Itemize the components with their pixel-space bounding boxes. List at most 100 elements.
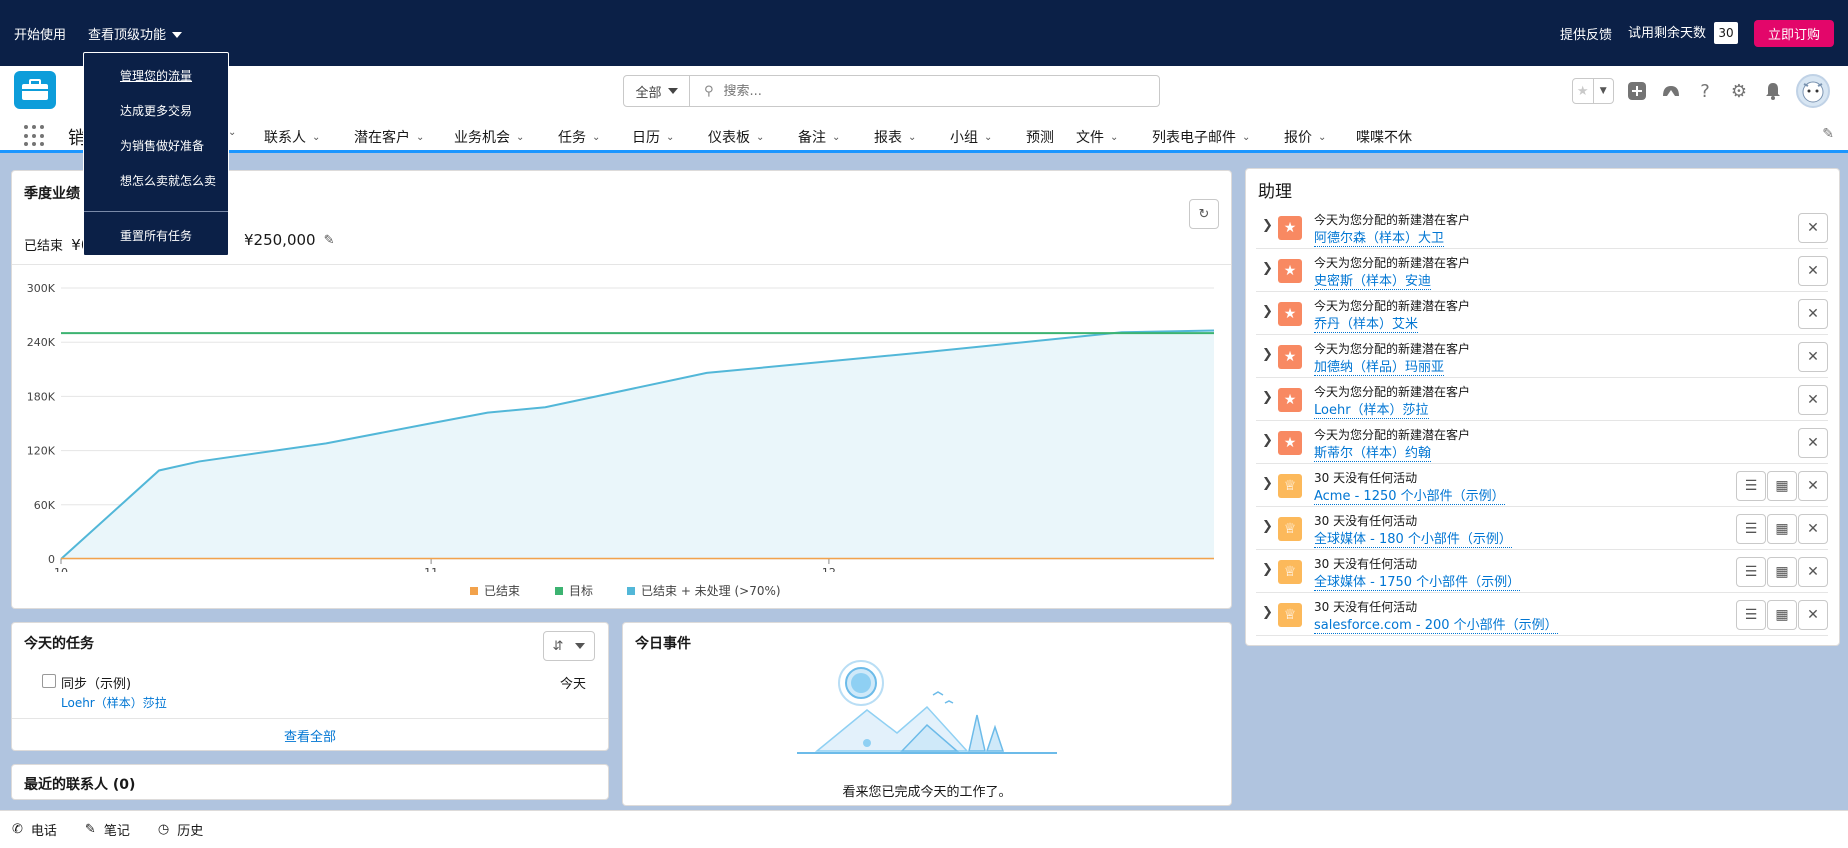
dismiss-button[interactable]: ✕ bbox=[1798, 213, 1828, 243]
new-event-button[interactable]: ▦ bbox=[1767, 600, 1797, 630]
dropdown-item[interactable]: 管理您的流量 bbox=[120, 67, 192, 84]
dropdown-item[interactable]: 想怎么卖就怎么卖 bbox=[120, 172, 216, 189]
bell-icon[interactable] bbox=[1762, 80, 1784, 102]
assistant-row-link[interactable]: 乔丹（样本）艾米 bbox=[1314, 313, 1419, 333]
chevron-down-icon[interactable]: ⌄ bbox=[984, 132, 992, 143]
chevron-right-icon[interactable]: ❯ bbox=[1262, 519, 1273, 534]
chevron-right-icon[interactable]: ❯ bbox=[1262, 390, 1273, 405]
dropdown-divider bbox=[84, 211, 228, 212]
assistant-row-link[interactable]: Loehr（样本）莎拉 bbox=[1314, 399, 1429, 419]
nav-item[interactable]: 任务 ⌄ bbox=[558, 127, 600, 147]
chevron-down-icon[interactable]: ⌄ bbox=[908, 132, 916, 143]
nav-item[interactable]: 小组 ⌄ bbox=[950, 127, 992, 147]
view-all-link[interactable]: 查看全部 bbox=[12, 726, 608, 745]
new-event-button[interactable]: ▦ bbox=[1767, 514, 1797, 544]
chevron-down-icon[interactable]: ⌄ bbox=[666, 132, 674, 143]
favorites-button[interactable]: ★ ▼ bbox=[1572, 78, 1614, 104]
app-launcher-icon[interactable] bbox=[24, 125, 46, 147]
nav-item[interactable]: 文件 ⌄ bbox=[1076, 127, 1118, 147]
chevron-down-icon[interactable]: ▼ bbox=[1592, 79, 1614, 103]
chevron-down-icon[interactable]: ⌄ bbox=[1318, 132, 1326, 143]
gear-icon[interactable]: ⚙ bbox=[1728, 80, 1750, 102]
dismiss-button[interactable]: ✕ bbox=[1798, 385, 1828, 415]
chevron-down-icon[interactable]: ⌄ bbox=[516, 132, 524, 143]
chevron-right-icon[interactable]: ❯ bbox=[1262, 433, 1273, 448]
dropdown-item[interactable]: 为销售做好准备 bbox=[120, 137, 204, 154]
getting-started-link[interactable]: 开始使用 bbox=[14, 24, 66, 43]
chevron-right-icon[interactable]: ❯ bbox=[1262, 261, 1273, 276]
chevron-right-icon[interactable]: ❯ bbox=[1262, 476, 1273, 491]
assistant-row-link[interactable]: 全球媒体 - 1750 个小部件（示例） bbox=[1314, 571, 1521, 591]
buy-now-button[interactable]: 立即订购 bbox=[1753, 19, 1834, 47]
dismiss-button[interactable]: ✕ bbox=[1798, 471, 1828, 501]
assistant-row-link[interactable]: 斯蒂尔（样本）约翰 bbox=[1314, 442, 1432, 462]
refresh-icon: ↻ bbox=[1198, 206, 1210, 222]
dropdown-reset-item[interactable]: 重置所有任务 bbox=[120, 227, 192, 244]
chevron-down-icon[interactable]: ⌄ bbox=[1242, 132, 1250, 143]
dismiss-button[interactable]: ✕ bbox=[1798, 557, 1828, 587]
help-icon[interactable]: ? bbox=[1694, 80, 1716, 102]
dropdown-item[interactable]: 达成更多交易 bbox=[120, 102, 192, 119]
utility-notes[interactable]: ✎ 笔记 bbox=[85, 820, 130, 839]
nav-item[interactable]: 潜在客户 ⌄ bbox=[354, 127, 424, 147]
top-features-menu[interactable]: 查看顶级功能 bbox=[88, 24, 183, 43]
feedback-link[interactable]: 提供反馈 bbox=[1560, 24, 1612, 43]
nav-item[interactable]: 联系人 ⌄ bbox=[264, 127, 320, 147]
nav-item[interactable]: 报价 ⌄ bbox=[1284, 127, 1326, 147]
new-event-button[interactable]: ▦ bbox=[1767, 471, 1797, 501]
new-task-button[interactable]: ☰ bbox=[1736, 600, 1766, 630]
utility-history[interactable]: ◷ 历史 bbox=[158, 820, 203, 839]
chevron-right-icon[interactable]: ❯ bbox=[1262, 304, 1273, 319]
nav-hidden-chevron[interactable]: ⌄ bbox=[228, 127, 236, 138]
chevron-right-icon[interactable]: ❯ bbox=[1262, 218, 1273, 233]
search-input[interactable] bbox=[723, 83, 1159, 99]
utility-phone[interactable]: ✆ 电话 bbox=[12, 820, 57, 839]
trailhead-icon[interactable] bbox=[1660, 80, 1682, 102]
chevron-down-icon[interactable]: ⌄ bbox=[756, 132, 764, 143]
dismiss-button[interactable]: ✕ bbox=[1798, 342, 1828, 372]
nav-item[interactable]: 备注 ⌄ bbox=[798, 127, 840, 147]
assistant-row-link[interactable]: Acme - 1250 个小部件（示例） bbox=[1314, 485, 1505, 505]
chevron-right-icon[interactable]: ❯ bbox=[1262, 347, 1273, 362]
search-scope-select[interactable]: 全部 bbox=[624, 76, 690, 106]
assistant-row-link[interactable]: 史密斯（样本）安迪 bbox=[1314, 270, 1432, 290]
refresh-button[interactable]: ↻ bbox=[1189, 199, 1219, 229]
assistant-row-link[interactable]: 全球媒体 - 180 个小部件（示例） bbox=[1314, 528, 1512, 548]
chevron-down-icon[interactable]: ⌄ bbox=[416, 132, 424, 143]
dismiss-button[interactable]: ✕ bbox=[1798, 514, 1828, 544]
new-task-button[interactable]: ☰ bbox=[1736, 557, 1766, 587]
task-checkbox[interactable] bbox=[42, 674, 56, 688]
new-event-button[interactable]: ▦ bbox=[1767, 557, 1797, 587]
edit-nav-icon[interactable]: ✎ bbox=[1822, 126, 1834, 142]
nav-item[interactable]: 业务机会 ⌄ bbox=[454, 127, 524, 147]
task-filter-button[interactable]: ⇵ bbox=[543, 631, 595, 661]
dismiss-button[interactable]: ✕ bbox=[1798, 600, 1828, 630]
chevron-right-icon[interactable]: ❯ bbox=[1262, 562, 1273, 577]
assistant-row-link[interactable]: 加德纳（样品）玛丽亚 bbox=[1314, 356, 1445, 376]
nav-item[interactable]: 日历 ⌄ bbox=[632, 127, 674, 147]
chevron-down-icon[interactable]: ⌄ bbox=[312, 132, 320, 143]
nav-item[interactable]: 喋喋不休 bbox=[1356, 127, 1412, 147]
app-logo[interactable] bbox=[14, 71, 56, 109]
nav-item[interactable]: 仪表板 ⌄ bbox=[708, 127, 764, 147]
assistant-lead-row: ❯ ★ 今天为您分配的新建潜在客户 阿德尔森（样本）大卫 ✕ bbox=[1256, 206, 1828, 249]
task-related-link[interactable]: Loehr（样本）莎拉 bbox=[61, 694, 167, 711]
assistant-row-link[interactable]: 阿德尔森（样本）大卫 bbox=[1314, 227, 1445, 247]
dismiss-button[interactable]: ✕ bbox=[1798, 299, 1828, 329]
nav-item[interactable]: 预测 bbox=[1026, 127, 1054, 147]
task-title[interactable]: 同步（示例) bbox=[61, 673, 131, 692]
chevron-right-icon[interactable]: ❯ bbox=[1262, 605, 1273, 620]
avatar[interactable] bbox=[1796, 74, 1830, 108]
new-task-button[interactable]: ☰ bbox=[1736, 471, 1766, 501]
dismiss-button[interactable]: ✕ bbox=[1798, 428, 1828, 458]
edit-goal-icon[interactable]: ✎ bbox=[324, 233, 335, 248]
assistant-row-link[interactable]: salesforce.com - 200 个小部件（示例） bbox=[1314, 614, 1558, 634]
dismiss-button[interactable]: ✕ bbox=[1798, 256, 1828, 286]
global-actions-icon[interactable] bbox=[1626, 80, 1648, 102]
nav-item[interactable]: 列表电子邮件 ⌄ bbox=[1152, 127, 1250, 147]
chevron-down-icon[interactable]: ⌄ bbox=[832, 132, 840, 143]
chevron-down-icon[interactable]: ⌄ bbox=[592, 132, 600, 143]
nav-item[interactable]: 报表 ⌄ bbox=[874, 127, 916, 147]
chevron-down-icon[interactable]: ⌄ bbox=[1110, 132, 1118, 143]
new-task-button[interactable]: ☰ bbox=[1736, 514, 1766, 544]
